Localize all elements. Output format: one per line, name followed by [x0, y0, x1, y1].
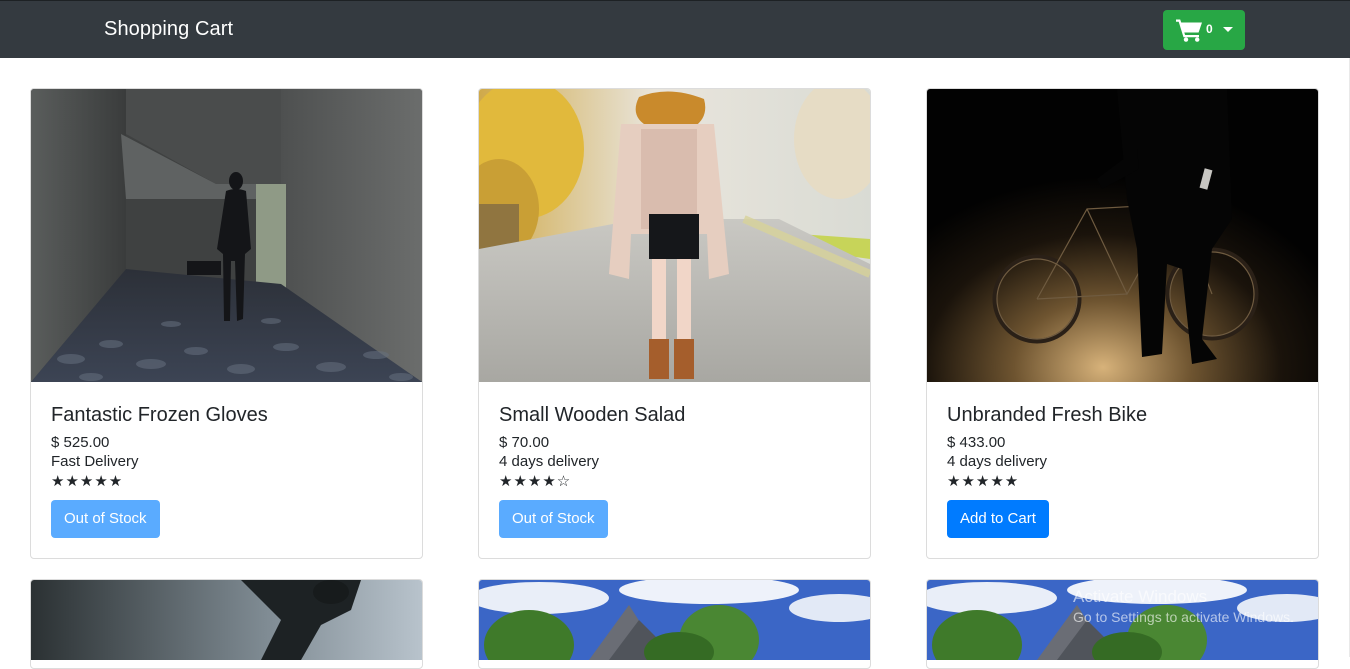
windows-activation-watermark: Activate Windows Go to Settings to activ… [1073, 587, 1294, 627]
cart-dropdown-button[interactable]: 0 [1163, 10, 1245, 50]
product-image[interactable] [31, 580, 422, 660]
out-of-stock-button[interactable]: Out of Stock [499, 500, 608, 538]
cart-count-badge: 0 [1206, 22, 1213, 36]
product-card: Fantastic Frozen Gloves $ 525.00 Fast De… [30, 88, 423, 559]
product-image[interactable] [927, 89, 1318, 382]
shopping-cart-icon [1176, 19, 1202, 42]
product-price: $ 70.00 [499, 434, 550, 451]
chevron-down-icon [1223, 27, 1233, 32]
product-card: Small Wooden Salad $ 70.00 4 days delive… [478, 88, 871, 559]
product-card [478, 579, 871, 669]
product-title: Unbranded Fresh Bike [947, 404, 1148, 426]
watermark-line1: Activate Windows [1073, 587, 1208, 606]
top-navbar: Shopping Cart 0 [0, 0, 1350, 58]
product-title: Fantastic Frozen Gloves [51, 404, 268, 426]
rating-stars: ★★★★★ [51, 472, 124, 490]
brand-title[interactable]: Shopping Cart [104, 18, 233, 41]
product-card: Unbranded Fresh Bike $ 433.00 4 days del… [926, 88, 1319, 559]
delivery-info: 4 days delivery [499, 453, 600, 470]
product-card [30, 579, 423, 669]
product-image[interactable] [479, 89, 870, 382]
product-title: Small Wooden Salad [499, 404, 686, 426]
product-image[interactable] [31, 89, 422, 382]
watermark-line2: Go to Settings to activate Windows. [1073, 609, 1294, 625]
delivery-info: Fast Delivery [51, 453, 139, 470]
product-image[interactable] [479, 580, 870, 660]
out-of-stock-button[interactable]: Out of Stock [51, 500, 160, 538]
delivery-info: 4 days delivery [947, 453, 1048, 470]
add-to-cart-button[interactable]: Add to Cart [947, 500, 1049, 538]
product-price: $ 525.00 [51, 434, 110, 451]
rating-stars: ★★★★★ [947, 472, 1020, 490]
product-price: $ 433.00 [947, 434, 1006, 451]
rating-stars: ★★★★☆ [499, 472, 572, 490]
